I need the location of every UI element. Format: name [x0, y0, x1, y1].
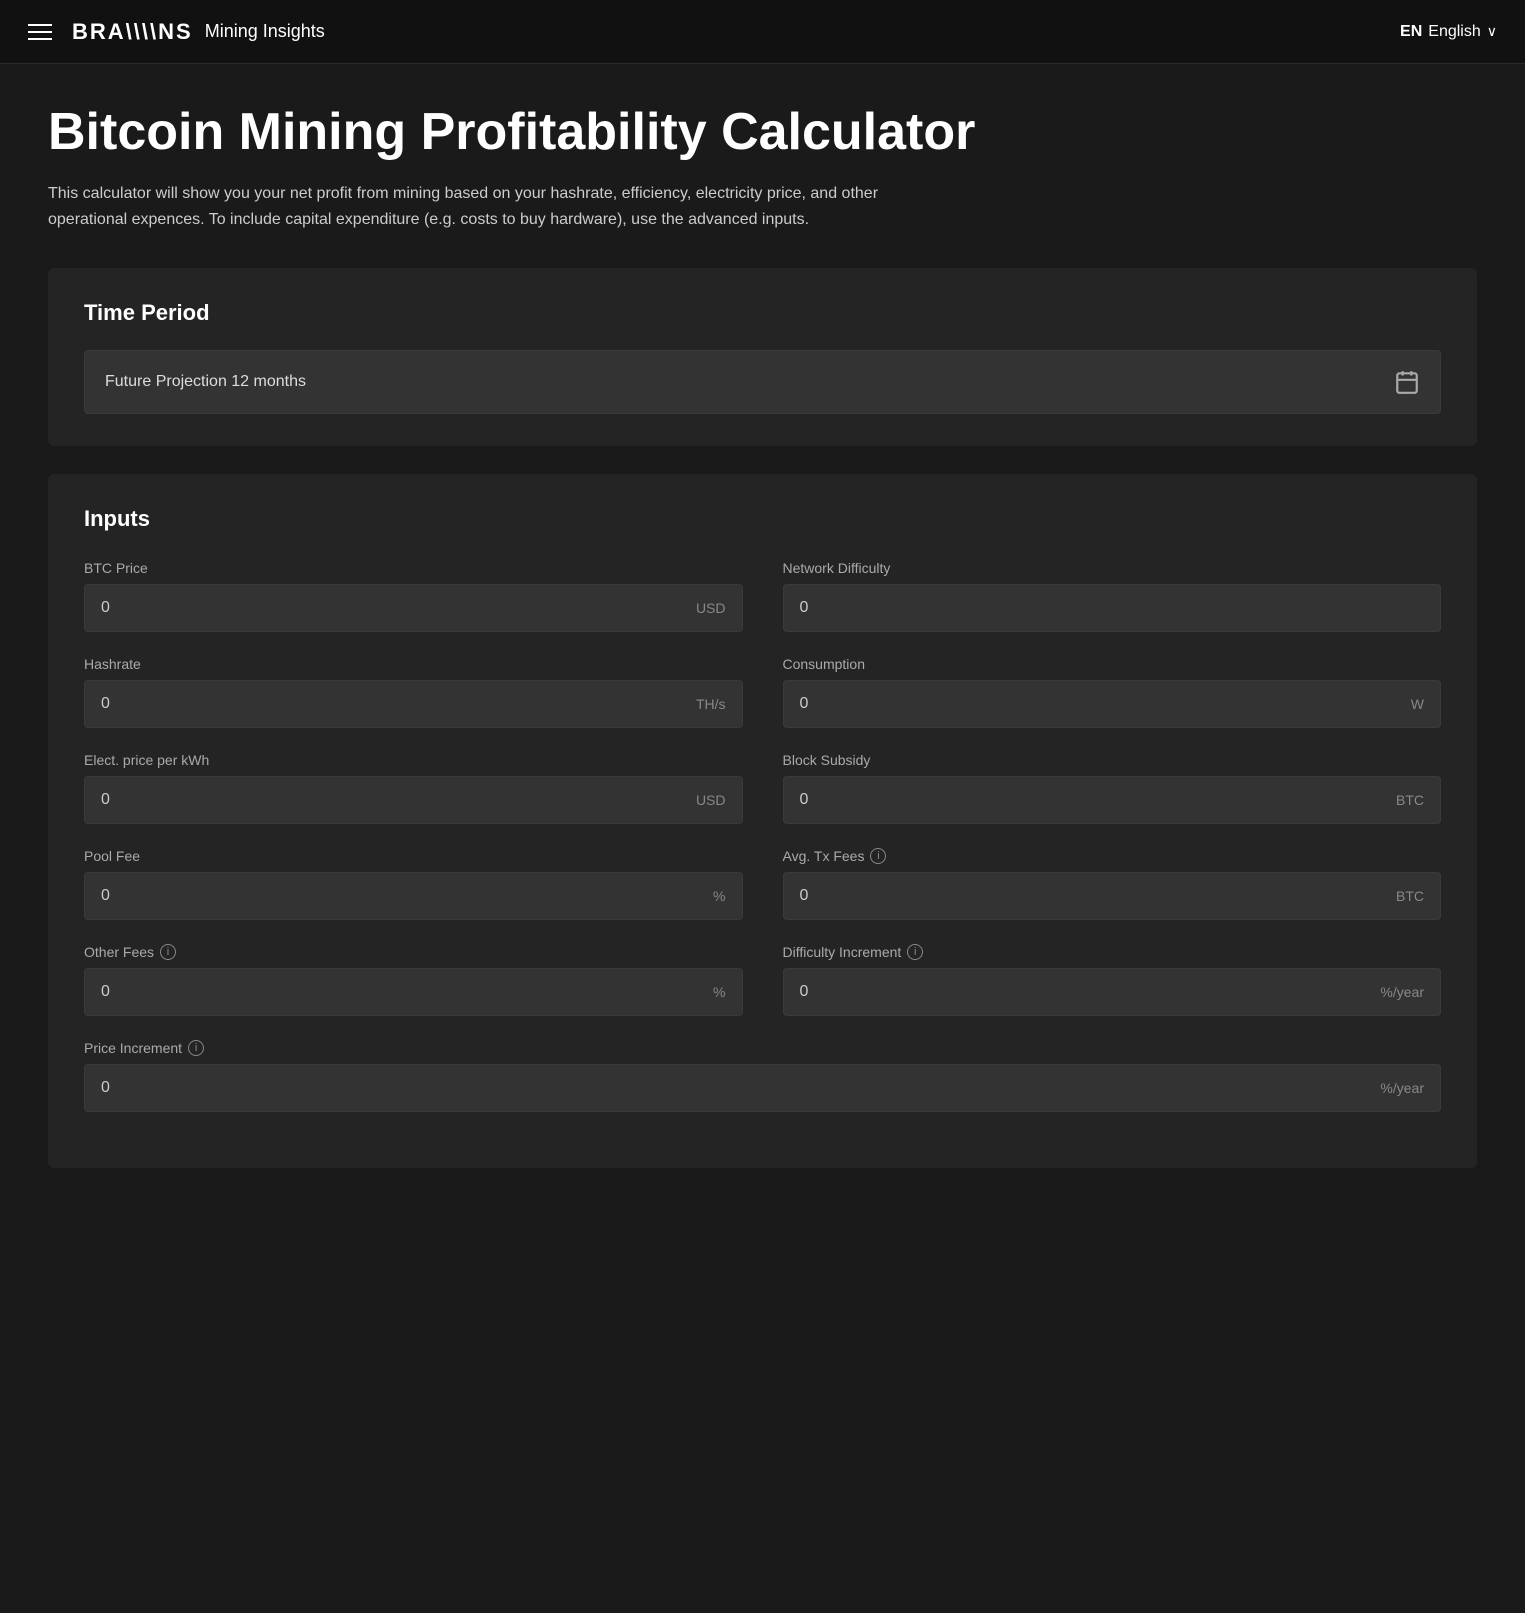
label-elec-price: Elect. price per kWh — [84, 752, 743, 768]
inputs-grid: BTC Price USD Network Difficulty Hashrate TH… — [84, 560, 1441, 1136]
brand-subtitle: Mining Insights — [205, 21, 325, 42]
input-group-hashrate: Hashrate TH/s — [84, 656, 743, 728]
unit-btc-price: USD — [696, 600, 726, 616]
input-network-difficulty[interactable] — [800, 599, 1300, 617]
info-icon-price-increment[interactable]: i — [188, 1040, 204, 1056]
input-group-elec-price: Elect. price per kWh USD — [84, 752, 743, 824]
info-icon-difficulty-increment[interactable]: i — [907, 944, 923, 960]
main-content: Bitcoin Mining Profitability Calculator … — [0, 64, 1525, 1236]
inputs-card: Inputs BTC Price USD Network Difficulty Has… — [48, 474, 1477, 1168]
input-consumption[interactable] — [800, 695, 1300, 713]
input-wrapper-hashrate: TH/s — [84, 680, 743, 728]
unit-avg-tx-fees: BTC — [1396, 888, 1424, 904]
unit-other-fees: % — [713, 984, 725, 1000]
input-wrapper-price-increment: %/year — [84, 1064, 1441, 1112]
unit-block-subsidy: BTC — [1396, 792, 1424, 808]
label-price-increment: Price Incrementi — [84, 1040, 1441, 1056]
input-hashrate[interactable] — [101, 695, 601, 713]
label-pool-fee: Pool Fee — [84, 848, 743, 864]
input-wrapper-network-difficulty — [783, 584, 1442, 632]
label-consumption: Consumption — [783, 656, 1442, 672]
input-wrapper-consumption: W — [783, 680, 1442, 728]
chevron-down-icon: ∨ — [1487, 23, 1497, 40]
label-avg-tx-fees: Avg. Tx Feesi — [783, 848, 1442, 864]
input-pool-fee[interactable] — [101, 887, 601, 905]
input-btc-price[interactable] — [101, 599, 601, 617]
input-wrapper-elec-price: USD — [84, 776, 743, 824]
input-group-network-difficulty: Network Difficulty — [783, 560, 1442, 632]
label-network-difficulty: Network Difficulty — [783, 560, 1442, 576]
label-other-fees: Other Feesi — [84, 944, 743, 960]
label-btc-price: BTC Price — [84, 560, 743, 576]
input-group-btc-price: BTC Price USD — [84, 560, 743, 632]
input-price-increment[interactable] — [101, 1079, 1159, 1097]
calendar-icon — [1394, 369, 1420, 395]
input-group-other-fees: Other Feesi% — [84, 944, 743, 1016]
brand-logo: BRA\\\\NS — [72, 19, 193, 45]
input-wrapper-avg-tx-fees: BTC — [783, 872, 1442, 920]
inputs-title: Inputs — [84, 506, 1441, 532]
input-wrapper-difficulty-increment: %/year — [783, 968, 1442, 1016]
info-icon-avg-tx-fees[interactable]: i — [870, 848, 886, 864]
input-elec-price[interactable] — [101, 791, 601, 809]
input-wrapper-block-subsidy: BTC — [783, 776, 1442, 824]
language-selector[interactable]: EN English ∨ — [1400, 23, 1497, 41]
page-description: This calculator will show you your net p… — [48, 181, 948, 232]
page-title: Bitcoin Mining Profitability Calculator — [48, 104, 1477, 161]
navbar-left: BRA\\\\NS Mining Insights — [28, 19, 325, 45]
time-period-card: Time Period Future Projection 12 months — [48, 268, 1477, 446]
navbar: BRA\\\\NS Mining Insights EN English ∨ — [0, 0, 1525, 64]
label-block-subsidy: Block Subsidy — [783, 752, 1442, 768]
time-period-value: Future Projection 12 months — [105, 373, 306, 391]
unit-difficulty-increment: %/year — [1380, 984, 1424, 1000]
lang-code: EN — [1400, 23, 1422, 41]
input-difficulty-increment[interactable] — [800, 983, 1300, 1001]
hamburger-menu[interactable] — [28, 24, 52, 40]
input-group-block-subsidy: Block Subsidy BTC — [783, 752, 1442, 824]
input-other-fees[interactable] — [101, 983, 601, 1001]
unit-hashrate: TH/s — [696, 696, 726, 712]
unit-price-increment: %/year — [1380, 1080, 1424, 1096]
input-block-subsidy[interactable] — [800, 791, 1300, 809]
label-difficulty-increment: Difficulty Incrementi — [783, 944, 1442, 960]
unit-pool-fee: % — [713, 888, 725, 904]
input-group-pool-fee: Pool Fee% — [84, 848, 743, 920]
input-wrapper-btc-price: USD — [84, 584, 743, 632]
input-wrapper-pool-fee: % — [84, 872, 743, 920]
input-avg-tx-fees[interactable] — [800, 887, 1300, 905]
input-wrapper-other-fees: % — [84, 968, 743, 1016]
input-group-consumption: Consumption W — [783, 656, 1442, 728]
input-group-avg-tx-fees: Avg. Tx Feesi BTC — [783, 848, 1442, 920]
time-period-selector[interactable]: Future Projection 12 months — [84, 350, 1441, 414]
label-hashrate: Hashrate — [84, 656, 743, 672]
info-icon-other-fees[interactable]: i — [160, 944, 176, 960]
input-group-price-increment: Price Incrementi %/year — [84, 1040, 1441, 1112]
unit-consumption: W — [1411, 696, 1424, 712]
brand: BRA\\\\NS Mining Insights — [72, 19, 325, 45]
time-period-title: Time Period — [84, 300, 1441, 326]
lang-name: English — [1428, 23, 1480, 41]
input-group-difficulty-increment: Difficulty Incrementi %/year — [783, 944, 1442, 1016]
unit-elec-price: USD — [696, 792, 726, 808]
